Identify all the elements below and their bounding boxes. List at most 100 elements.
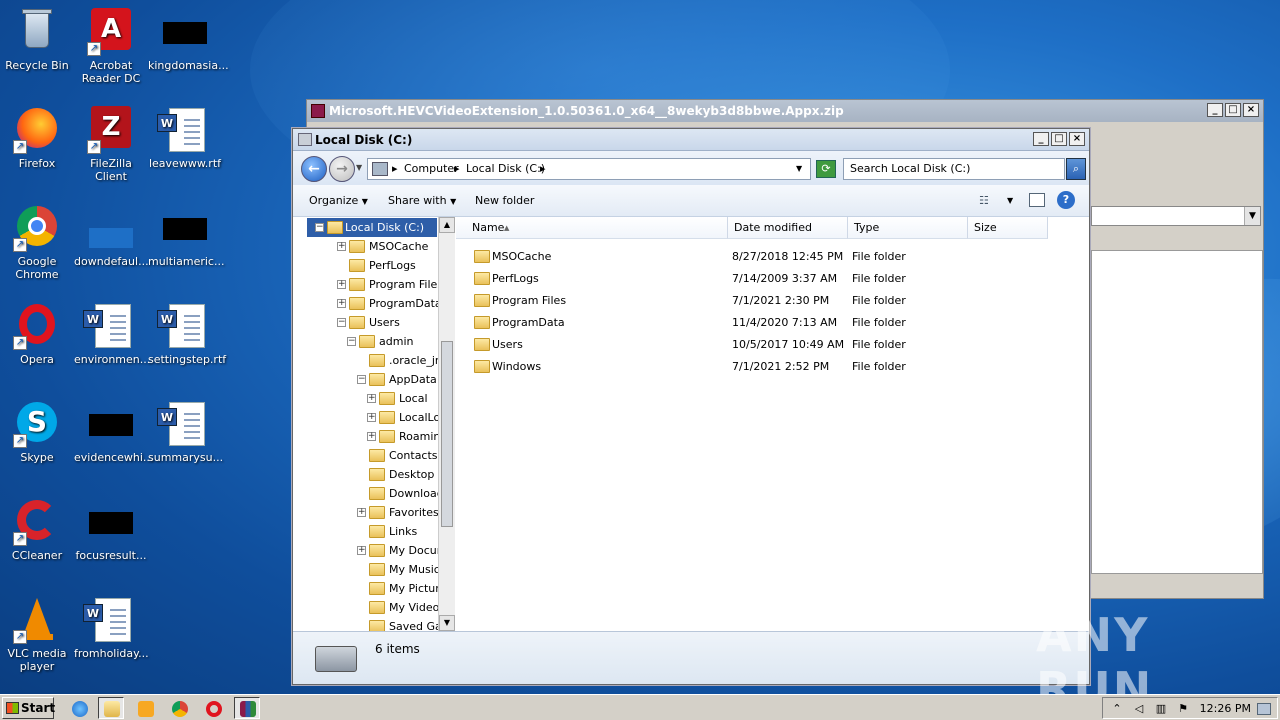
breadcrumb-separator-icon[interactable]: ▸ xyxy=(540,162,546,175)
column-header-name[interactable]: Name ▲ xyxy=(456,217,728,239)
tree-item[interactable]: + Program Files xyxy=(297,275,443,294)
scroll-up-icon[interactable]: ▲ xyxy=(439,217,455,233)
tree-item[interactable]: Downloads xyxy=(297,484,449,503)
tree-item[interactable]: + ProgramData xyxy=(297,294,442,313)
tree-item[interactable]: + Favorites xyxy=(297,503,442,522)
breadcrumb-separator-icon[interactable]: ▸ xyxy=(454,162,460,175)
background-window-titlebar[interactable]: Microsoft.HEVCVideoExtension_1.0.50361.0… xyxy=(307,100,1263,122)
file-row[interactable]: Program Files 7/1/2021 2:30 PM File folder xyxy=(456,290,1089,312)
expand-icon[interactable]: + xyxy=(367,394,376,403)
search-input[interactable]: Search Local Disk (C:) xyxy=(843,158,1065,180)
tree-item[interactable]: + Local xyxy=(297,389,442,408)
tree-item[interactable]: .oracle_jre_u xyxy=(297,351,453,370)
tree-item[interactable]: Saved Game xyxy=(297,617,453,631)
archive-file-list[interactable] xyxy=(1091,250,1263,574)
recent-pages-chevron-icon[interactable]: ▼ xyxy=(356,163,362,172)
navigation-tree[interactable]: − Local Disk (C:) + MSOCache PerfLogs + Progra… xyxy=(297,217,454,631)
chevron-down-icon[interactable]: ▼ xyxy=(1244,207,1260,225)
clock[interactable]: 12:26 PM xyxy=(1200,702,1251,715)
tree-item[interactable]: Links xyxy=(297,522,442,541)
desktop-icon-vlc[interactable]: ↗ VLC media player xyxy=(0,596,74,673)
desktop-icon-leavewww[interactable]: W leavewww.rtf xyxy=(148,106,222,170)
minimize-button[interactable]: _ xyxy=(1033,132,1049,146)
tree-item[interactable]: + Roaming xyxy=(297,427,447,446)
show-hidden-icons-icon[interactable]: ⌃ xyxy=(1111,703,1123,715)
column-header-type[interactable]: Type xyxy=(848,217,968,239)
back-button[interactable]: ← xyxy=(301,156,327,182)
tree-item[interactable]: + LocalLow xyxy=(297,408,449,427)
file-row[interactable]: Windows 7/1/2021 2:52 PM File folder xyxy=(456,356,1089,378)
desktop-icon-filezilla[interactable]: Z ↗ FileZilla Client xyxy=(74,106,148,183)
tree-item[interactable]: − admin xyxy=(297,332,442,351)
tree-item[interactable]: PerfLogs xyxy=(297,256,442,275)
scroll-thumb[interactable] xyxy=(441,341,453,527)
expand-icon[interactable]: + xyxy=(357,508,366,517)
expand-icon[interactable]: + xyxy=(357,546,366,555)
tree-item[interactable]: − Local Disk (C:) xyxy=(307,218,437,237)
tree-item[interactable]: + MSOCache xyxy=(297,237,442,256)
tree-item[interactable]: − AppData xyxy=(297,370,442,389)
desktop-icon-fromholiday[interactable]: W fromholiday... xyxy=(74,596,149,660)
desktop-icon-ccleaner[interactable]: ↗ CCleaner xyxy=(0,498,74,562)
desktop-icon-evidencewhi[interactable]: evidencewhi... xyxy=(74,400,153,464)
chevron-down-icon[interactable]: ▼ xyxy=(1007,196,1013,205)
taskbar-media-player[interactable] xyxy=(132,697,158,719)
scroll-down-icon[interactable]: ▼ xyxy=(439,615,455,631)
desktop-icon-google-chrome[interactable]: ↗ Google Chrome xyxy=(0,204,74,281)
desktop-icon-multiameric[interactable]: multiameric... xyxy=(148,204,224,268)
file-list[interactable]: Name ▲ Date modified Type Size MSOCache 8… xyxy=(456,217,1089,631)
desktop-icon-recycle-bin[interactable]: Recycle Bin xyxy=(0,8,74,72)
view-options-icon[interactable]: ☷ xyxy=(979,194,989,207)
new-folder-button[interactable]: New folder xyxy=(475,194,534,207)
path-combobox[interactable]: ▼ xyxy=(1091,206,1261,226)
help-icon[interactable]: ? xyxy=(1057,191,1075,209)
file-row[interactable]: ProgramData 11/4/2020 7:13 AM File folder xyxy=(456,312,1089,334)
taskbar-ie[interactable] xyxy=(66,697,92,719)
search-icon[interactable]: ⌕ xyxy=(1066,158,1086,180)
tree-item[interactable]: − Users xyxy=(297,313,442,332)
start-button[interactable]: Start xyxy=(2,697,55,719)
taskbar-chrome[interactable] xyxy=(166,697,192,719)
desktop-icon-acrobat[interactable]: A ↗ Acrobat Reader DC xyxy=(74,8,148,85)
close-button[interactable]: × xyxy=(1243,103,1259,117)
maximize-button[interactable]: □ xyxy=(1225,103,1241,117)
desktop-icon-summarysu[interactable]: W summarysu... xyxy=(148,400,223,464)
tree-scrollbar[interactable]: ▲ ▼ xyxy=(438,217,455,631)
file-row[interactable]: PerfLogs 7/14/2009 3:37 AM File folder xyxy=(456,268,1089,290)
collapse-icon[interactable]: − xyxy=(315,223,324,232)
breadcrumb-local-disk[interactable]: Local Disk (C:) xyxy=(466,162,545,175)
address-history-chevron-icon[interactable]: ▼ xyxy=(796,164,802,173)
volume-icon[interactable]: ◁ xyxy=(1133,703,1145,715)
collapse-icon[interactable]: − xyxy=(347,337,356,346)
forward-button[interactable]: → xyxy=(329,156,355,182)
tree-item[interactable]: My Pictures xyxy=(297,579,452,598)
close-button[interactable]: × xyxy=(1069,132,1085,146)
desktop-icon-skype[interactable]: S ↗ Skype xyxy=(0,400,74,464)
organize-button[interactable]: Organize ▼ xyxy=(309,194,368,207)
expand-icon[interactable]: + xyxy=(337,242,346,251)
desktop-icon-downdefaul[interactable]: downdefaul... xyxy=(74,204,149,268)
show-desktop-icon[interactable] xyxy=(1257,703,1271,715)
network-icon[interactable]: ▥ xyxy=(1155,703,1167,715)
explorer-titlebar[interactable]: Local Disk (C:) _ □ × xyxy=(293,129,1089,151)
desktop-icon-focusresult[interactable]: focusresult... xyxy=(74,498,148,562)
expand-icon[interactable]: + xyxy=(367,413,376,422)
action-center-flag-icon[interactable]: ⚑ xyxy=(1177,703,1189,715)
taskbar-opera[interactable] xyxy=(200,697,226,719)
column-header-size[interactable]: Size xyxy=(968,217,1048,239)
address-box[interactable]: ▸ Computer ▸ Local Disk (C:) ▸ ▼ xyxy=(367,158,811,180)
desktop-icon-firefox[interactable]: ↗ Firefox xyxy=(0,106,74,170)
collapse-icon[interactable]: − xyxy=(337,318,346,327)
share-with-button[interactable]: Share with ▼ xyxy=(388,194,456,207)
minimize-button[interactable]: _ xyxy=(1207,103,1223,117)
desktop-icon-environmen[interactable]: W environmen... xyxy=(74,302,150,366)
collapse-icon[interactable]: − xyxy=(357,375,366,384)
explorer-window[interactable]: Local Disk (C:) _ □ × ← → ▼ ▸ Computer ▸… xyxy=(292,128,1090,685)
file-row[interactable]: Users 10/5/2017 10:49 AM File folder xyxy=(456,334,1089,356)
desktop-icon-settingstep[interactable]: W settingstep.rtf xyxy=(148,302,226,366)
tree-item[interactable]: My Music xyxy=(297,560,442,579)
tree-item[interactable]: Contacts xyxy=(297,446,442,465)
maximize-button[interactable]: □ xyxy=(1051,132,1067,146)
expand-icon[interactable]: + xyxy=(337,299,346,308)
tree-item[interactable]: My Videos xyxy=(297,598,445,617)
